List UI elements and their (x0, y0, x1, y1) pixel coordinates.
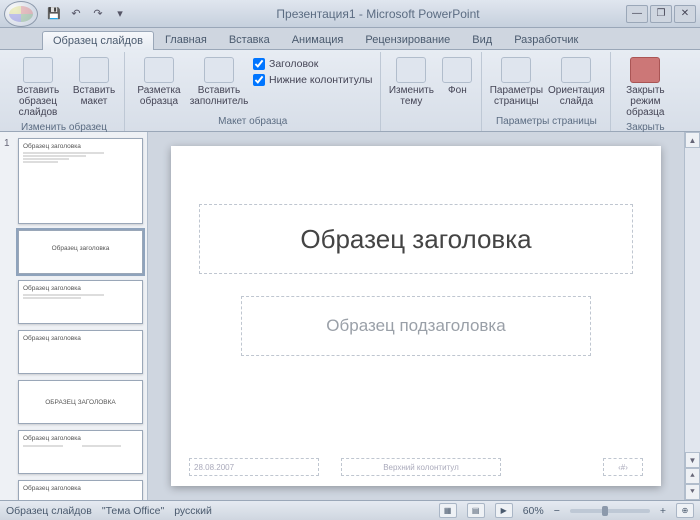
layout-thumb-title: ОБРАЗЕЦ ЗАГОЛОВКА (23, 399, 138, 406)
status-view: Образец слайдов (6, 505, 92, 517)
layout-thumb-title: Образец заголовка (23, 245, 138, 252)
checkbox-footers[interactable]: Нижние колонтитулы (253, 74, 372, 86)
tab-insert[interactable]: Вставка (218, 30, 281, 49)
tab-review[interactable]: Рецензирование (354, 30, 461, 49)
group-layout-label: Макет образца (131, 115, 374, 129)
tab-view[interactable]: Вид (461, 30, 503, 49)
insert-placeholder-label: Вставить заполнитель (190, 85, 249, 107)
close-master-label: Закрыть режим образца (620, 85, 670, 118)
qat-redo[interactable]: ↷ (88, 4, 108, 24)
scroll-track[interactable] (685, 148, 700, 452)
master-layout-button[interactable]: Разметка образца (131, 54, 187, 110)
checkbox-title-input[interactable] (253, 58, 265, 70)
layout-thumbnail-1[interactable]: Образец заголовка (18, 230, 143, 274)
checkbox-footers-input[interactable] (253, 74, 265, 86)
insert-layout-icon (79, 57, 109, 83)
background-button[interactable]: Фон (439, 54, 475, 99)
layout-thumb-title: Образец заголовка (23, 335, 138, 342)
status-bar: Образец слайдов "Тема Office" русский ▦ … (0, 500, 700, 520)
next-slide-button[interactable]: ⯆ (685, 484, 700, 500)
window-title: Презентация1 - Microsoft PowerPoint (130, 7, 626, 21)
background-label: Фон (448, 85, 467, 96)
checkbox-title-label: Заголовок (269, 58, 318, 70)
sorter-view-button[interactable]: ▤ (467, 503, 485, 518)
fit-to-window-button[interactable]: ⊕ (676, 503, 694, 518)
master-layout-icon (144, 57, 174, 83)
qat-customize[interactable]: ▾ (110, 4, 130, 24)
office-button[interactable] (4, 1, 38, 27)
layout-thumbnail-2[interactable]: Образец заголовка (18, 280, 143, 324)
layout-thumbnail-6[interactable]: Образец заголовка (18, 480, 143, 500)
master-layout-label: Разметка образца (134, 85, 184, 107)
normal-view-button[interactable]: ▦ (439, 503, 457, 518)
status-language[interactable]: русский (174, 505, 212, 517)
close-master-icon (630, 57, 660, 83)
zoom-out-button[interactable]: − (554, 505, 560, 517)
page-setup-label: Параметры страницы (490, 85, 543, 107)
orientation-icon (561, 57, 591, 83)
page-setup-button[interactable]: Параметры страницы (488, 54, 544, 110)
orientation-button[interactable]: Ориентация слайда (548, 54, 604, 110)
tab-animation[interactable]: Анимация (281, 30, 355, 49)
ribbon: Вставить образец слайдов Вставить макет … (0, 50, 700, 132)
tab-slide-master[interactable]: Образец слайдов (42, 31, 154, 50)
insert-layout-label: Вставить макет (73, 85, 115, 107)
date-placeholder[interactable]: 28.08.2007 (189, 458, 319, 476)
vertical-scrollbar[interactable]: ▲ ▼ ⯅ ⯆ (684, 132, 700, 500)
zoom-in-button[interactable]: + (660, 505, 666, 517)
themes-button[interactable]: Изменить тему (387, 54, 435, 110)
scroll-down-button[interactable]: ▼ (685, 452, 700, 468)
prev-slide-button[interactable]: ⯅ (685, 468, 700, 484)
tab-developer[interactable]: Разработчик (503, 30, 589, 49)
close-master-button[interactable]: Закрыть режим образца (617, 54, 673, 121)
orientation-label: Ориентация слайда (548, 85, 605, 107)
layout-thumb-title: Образец заголовка (23, 435, 138, 442)
qat-undo[interactable]: ↶ (66, 4, 86, 24)
slide-canvas[interactable]: Образец заголовка Образец подзаголовка 2… (148, 132, 684, 500)
zoom-level[interactable]: 60% (523, 505, 544, 517)
title-placeholder[interactable]: Образец заголовка (199, 204, 633, 274)
checkbox-footers-label: Нижние колонтитулы (269, 74, 372, 86)
close-button[interactable]: ✕ (674, 5, 696, 23)
master-thumbnail[interactable]: Образец заголовка (18, 138, 143, 224)
ribbon-tabs: Образец слайдов Главная Вставка Анимация… (0, 28, 700, 50)
layout-thumb-title: Образец заголовка (23, 285, 138, 292)
layout-thumbnail-4[interactable]: ОБРАЗЕЦ ЗАГОЛОВКА (18, 380, 143, 424)
minimize-button[interactable]: — (626, 5, 648, 23)
insert-placeholder-icon (204, 57, 234, 83)
layout-thumbnail-5[interactable]: Образец заголовка (18, 430, 143, 474)
layout-thumbnail-3[interactable]: Образец заголовка (18, 330, 143, 374)
slide[interactable]: Образец заголовка Образец подзаголовка 2… (171, 146, 661, 486)
footer-placeholder[interactable]: Верхний колонтитул (341, 458, 501, 476)
maximize-button[interactable]: ❐ (650, 5, 672, 23)
thumb-index: 1 (4, 138, 14, 224)
status-theme: "Тема Office" (102, 505, 164, 517)
zoom-slider[interactable] (570, 509, 650, 513)
slide-number-placeholder[interactable]: ‹#› (603, 458, 643, 476)
slideshow-view-button[interactable]: ▶ (495, 503, 513, 518)
page-setup-icon (501, 57, 531, 83)
themes-icon (396, 57, 426, 83)
thumbnail-pane[interactable]: 1 Образец заголовка Образец заголовка Об… (0, 132, 148, 500)
tab-home[interactable]: Главная (154, 30, 218, 49)
themes-label: Изменить тему (389, 85, 434, 107)
qat-save[interactable]: 💾 (44, 4, 64, 24)
subtitle-placeholder[interactable]: Образец подзаголовка (241, 296, 591, 356)
background-icon (442, 57, 472, 83)
layout-thumb-title: Образец заголовка (23, 485, 138, 492)
insert-master-label: Вставить образец слайдов (13, 85, 63, 118)
group-theme-label (387, 126, 475, 129)
insert-slide-master-button[interactable]: Вставить образец слайдов (10, 54, 66, 121)
insert-layout-button[interactable]: Вставить макет (70, 54, 118, 110)
group-page-label: Параметры страницы (488, 115, 604, 129)
scroll-up-button[interactable]: ▲ (685, 132, 700, 148)
insert-placeholder-button[interactable]: Вставить заполнитель (191, 54, 247, 110)
checkbox-title[interactable]: Заголовок (253, 58, 372, 70)
insert-master-icon (23, 57, 53, 83)
master-thumb-title: Образец заголовка (23, 143, 138, 150)
